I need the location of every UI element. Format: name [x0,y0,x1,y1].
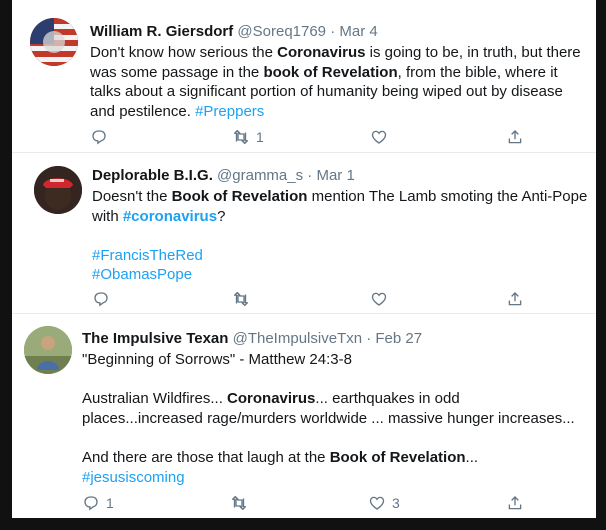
text: Book of Revelation [329,448,466,466]
text: ... earthquakes in odd [315,390,460,408]
like-button[interactable]: 3 [368,494,400,512]
retweet-button[interactable] [232,290,256,308]
avatar[interactable] [30,18,78,66]
text: Doesn't the [92,188,172,205]
text: , from the bible, where it [397,63,558,81]
hashtag-link[interactable]: #Preppers [195,103,264,120]
text: Coronavirus [227,390,316,408]
share-icon [508,496,522,510]
user-handle[interactable]: @gramma_s [217,167,303,184]
like-button[interactable] [370,128,394,146]
hashtag-link[interactable]: #coronavirus [123,208,217,225]
reply-button[interactable] [92,290,116,308]
like-icon [371,130,387,144]
person-avatar-image [24,326,72,374]
text: Australian Wildfires... [82,390,228,408]
tweet-header: William R. Giersdorf @Soreq1769 · Mar 4 [90,23,378,40]
text: mention The Lamb smoting the Anti-Pope [307,188,588,205]
share-button[interactable] [506,128,524,146]
like-button[interactable] [370,290,394,308]
reply-count: 1 [106,495,114,511]
text: "Beginning of Sorrows" - Matthew 24:3-8 [82,351,352,368]
display-name[interactable]: The Impulsive Texan [82,330,228,347]
like-icon [371,292,387,306]
hashtag-link[interactable]: #jesusiscoming [82,469,185,486]
tweet-header: The Impulsive Texan @TheImpulsiveTxn · F… [82,330,422,347]
flag-avatar-image [30,18,78,66]
text: places...increased rage/murders worldwid… [82,409,575,427]
tweet-text: "Beginning of Sorrows" - Matthew 24:3-8 … [82,350,575,487]
user-handle[interactable]: @TheImpulsiveTxn [233,330,362,347]
retweet-icon [231,495,247,511]
like-icon [369,496,385,510]
avatar[interactable] [34,166,82,214]
retweet-count: 1 [256,129,264,145]
reply-icon [94,292,108,307]
retweet-icon [233,291,249,307]
text: And there are those that laugh at the [82,448,330,466]
text: talks about a significant portion of hum… [90,83,563,101]
text: Coronavirus [277,44,366,61]
share-icon [508,292,522,306]
text: ... [465,448,479,466]
hashtag-link[interactable]: #FrancisTheRed [92,247,203,264]
separator-dot: · [330,23,336,40]
tweet[interactable]: The Impulsive Texan @TheImpulsiveTxn · F… [12,314,596,518]
retweet-icon [233,129,249,145]
tweet-actions: 1 [90,128,530,148]
share-button[interactable] [506,494,524,512]
user-handle[interactable]: @Soreq1769 [237,23,326,40]
tweet-date[interactable]: Mar 1 [316,167,354,184]
avatar[interactable] [24,326,72,374]
tweet-date[interactable]: Mar 4 [339,23,377,40]
text: ? [217,207,226,225]
tweet-actions: 1 3 [82,494,522,514]
reply-icon [84,496,98,511]
tweet-text: Doesn't the Book of Revelation mention T… [92,187,587,285]
retweet-button[interactable]: 1 [232,128,264,146]
text: with [92,207,123,225]
share-button[interactable] [506,290,524,308]
text: and pestilence. [90,102,196,120]
tweet-header: Deplorable B.I.G. @gramma_s · Mar 1 [92,167,355,184]
tweet-date[interactable]: Feb 27 [375,330,422,347]
text: book of Revelation [263,63,398,81]
display-name[interactable]: Deplorable B.I.G. [92,167,213,184]
retweet-button[interactable] [230,494,254,512]
like-count: 3 [392,495,400,511]
display-name[interactable]: William R. Giersdorf [90,23,233,40]
hashtag-link[interactable]: #ObamasPope [92,266,192,283]
separator-dot: · [366,330,372,347]
reply-button[interactable]: 1 [82,494,114,512]
reply-button[interactable] [90,128,114,146]
tweet-text: Don't know how serious the Coronavirus i… [90,43,581,121]
tweet-actions [92,290,532,310]
text: Don't know how serious the [90,44,278,61]
text: is going to be, in truth, but there [365,44,581,61]
tweet[interactable]: William R. Giersdorf @Soreq1769 · Mar 4 … [12,0,596,150]
share-icon [508,130,522,144]
timeline: William R. Giersdorf @Soreq1769 · Mar 4 … [12,0,596,518]
separator-dot: · [307,167,313,184]
text: was some passage in the [90,63,264,81]
reply-icon [92,130,106,145]
person-avatar-image [34,166,82,214]
text: Book of Revelation [171,188,308,205]
tweet[interactable]: Deplorable B.I.G. @gramma_s · Mar 1 Does… [12,153,596,313]
